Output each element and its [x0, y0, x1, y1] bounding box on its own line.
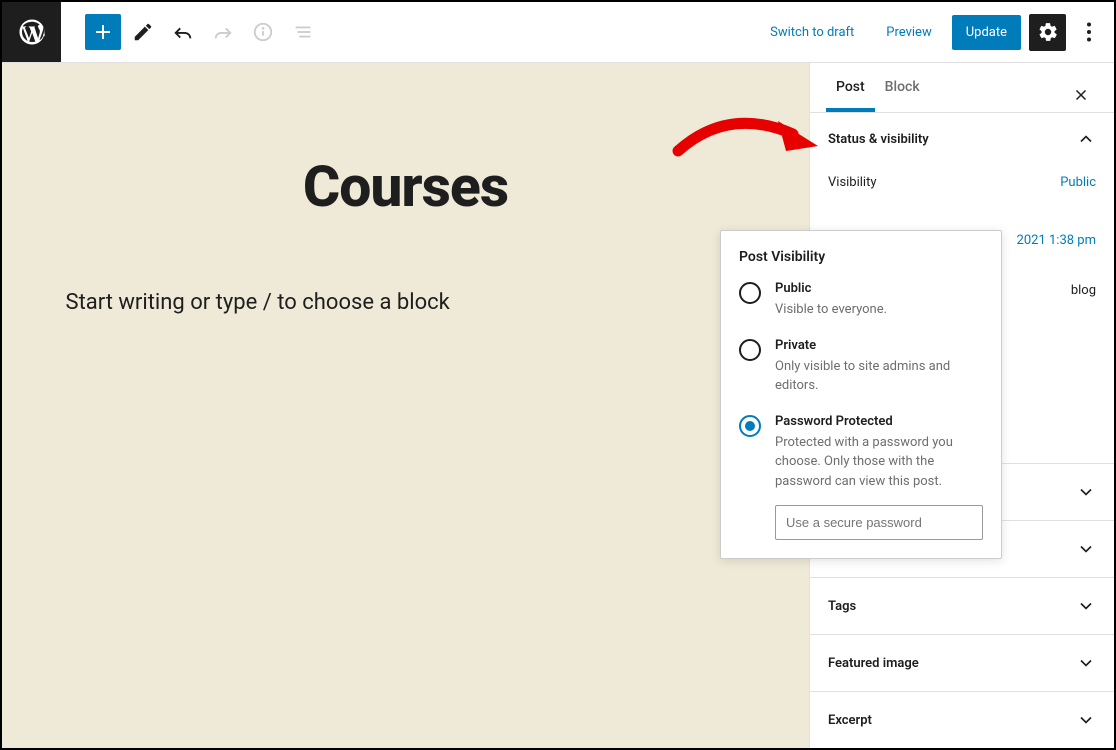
password-input[interactable] [775, 505, 983, 540]
visibility-value-link[interactable]: Public [1060, 175, 1096, 190]
status-visibility-panel-header[interactable]: Status & visibility [810, 113, 1114, 165]
panel-tags[interactable]: Tags [810, 577, 1114, 634]
page-title[interactable]: Courses [2, 153, 809, 220]
chevron-down-icon [1076, 653, 1096, 673]
blog-peek: blog [1071, 283, 1096, 298]
popover-title: Post Visibility [739, 249, 983, 265]
info-icon [245, 14, 281, 50]
block-placeholder[interactable]: Start writing or type / to choose a bloc… [66, 290, 450, 315]
radio-icon-selected [739, 415, 761, 437]
tab-post[interactable]: Post [826, 65, 875, 112]
redo-icon [205, 14, 241, 50]
chevron-down-icon [1076, 596, 1096, 616]
radio-desc: Only visible to site admins and editors. [775, 357, 983, 396]
visibility-popover: Post Visibility Public Visible to everyo… [720, 230, 1002, 559]
wordpress-logo[interactable] [2, 2, 61, 62]
visibility-option-password[interactable]: Password Protected Protected with a pass… [739, 414, 983, 492]
edit-pencil-icon[interactable] [125, 14, 161, 50]
tab-block[interactable]: Block [875, 65, 930, 112]
radio-label: Private [775, 338, 983, 353]
radio-desc: Protected with a password you choose. On… [775, 433, 983, 492]
more-options-icon[interactable] [1074, 14, 1104, 50]
radio-label: Public [775, 281, 983, 296]
panel-title: Status & visibility [828, 132, 929, 147]
panel-featured-image[interactable]: Featured image [810, 634, 1114, 691]
switch-to-draft-link[interactable]: Switch to draft [758, 17, 866, 48]
chevron-up-icon [1076, 129, 1096, 149]
close-sidebar-icon[interactable] [1064, 78, 1098, 112]
outline-icon [285, 14, 321, 50]
chevron-down-icon [1076, 710, 1096, 730]
update-button[interactable]: Update [952, 15, 1021, 50]
radio-desc: Visible to everyone. [775, 300, 983, 320]
panel-excerpt[interactable]: Excerpt [810, 691, 1114, 748]
chevron-down-icon [1076, 539, 1096, 559]
preview-link[interactable]: Preview [874, 17, 943, 48]
radio-icon [739, 339, 761, 361]
visibility-option-public[interactable]: Public Visible to everyone. [739, 281, 983, 320]
visibility-option-private[interactable]: Private Only visible to site admins and … [739, 338, 983, 396]
undo-icon[interactable] [165, 14, 201, 50]
publish-date-peek[interactable]: 2021 1:38 pm [1017, 233, 1096, 248]
visibility-label: Visibility [828, 175, 877, 190]
editor-canvas[interactable]: Courses Start writing or type / to choos… [2, 63, 809, 748]
settings-gear-button[interactable] [1029, 14, 1066, 51]
radio-label: Password Protected [775, 414, 983, 429]
radio-icon [739, 282, 761, 304]
chevron-down-icon [1076, 482, 1096, 502]
add-block-button[interactable] [85, 14, 121, 50]
